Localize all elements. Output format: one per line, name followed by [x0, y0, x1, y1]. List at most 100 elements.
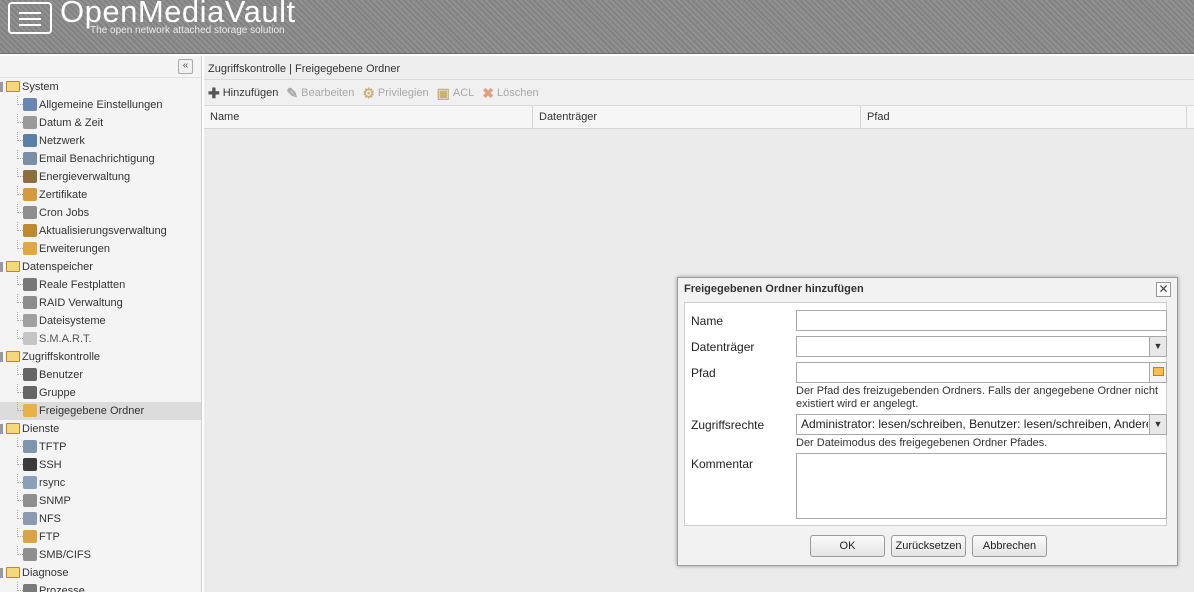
column-header-name[interactable]: Name — [204, 106, 533, 128]
sidebar-item-tftp[interactable]: TFTP — [0, 438, 201, 456]
dialog-footer: OK Zurücksetzen Abbrechen — [678, 535, 1177, 559]
volume-label: Datenträger — [691, 340, 755, 354]
cancel-button[interactable]: Abbrechen — [972, 535, 1047, 557]
path-field[interactable] — [796, 362, 1167, 383]
comment-label: Kommentar — [691, 457, 754, 471]
sidebar-item-rsync[interactable]: rsync — [0, 474, 201, 492]
sidebar-toolbar: « — [0, 56, 201, 78]
grid-header: Name Datenträger Pfad — [204, 106, 1194, 129]
toolbar-delete-button[interactable]: ✖ Löschen — [482, 86, 538, 100]
toolbar-plus-button[interactable]: ✚ Hinzufügen — [208, 86, 278, 100]
edit-icon: ✎ — [286, 84, 299, 101]
sidebar-item-ftp[interactable]: FTP — [0, 528, 201, 546]
terminal-icon — [23, 457, 37, 471]
sidebar-group-dienste[interactable]: Dienste — [0, 420, 201, 438]
expand-icon[interactable] — [0, 82, 3, 92]
sidebar-item-s-m-a-r-t[interactable]: S.M.A.R.T. — [0, 330, 201, 348]
smart-icon — [23, 331, 37, 345]
sidebar-item-label: Dateisysteme — [39, 315, 106, 328]
user-icon — [23, 367, 37, 381]
expand-icon[interactable] — [0, 352, 3, 362]
column-header-volume[interactable]: Datenträger — [533, 106, 861, 128]
volume-select[interactable]: ▼ — [796, 336, 1167, 357]
column-header-path[interactable]: Pfad — [861, 106, 1187, 128]
shared-folder-icon — [23, 403, 37, 417]
sidebar-item-snmp[interactable]: SNMP — [0, 492, 201, 510]
sidebar-item-label: NFS — [39, 513, 61, 526]
nfs-icon — [23, 511, 37, 525]
sidebar-item-energieverwaltung[interactable]: Energieverwaltung — [0, 168, 201, 186]
toolbar-edit-button[interactable]: ✎ Bearbeiten — [286, 86, 354, 100]
sidebar-item-allgemeine-einstellungen[interactable]: Allgemeine Einstellungen — [0, 96, 201, 114]
sidebar-item-raid-verwaltung[interactable]: RAID Verwaltung — [0, 294, 201, 312]
sidebar-item-label: TFTP — [39, 441, 67, 454]
sidebar-group-diagnose[interactable]: Diagnose — [0, 564, 201, 582]
sidebar-item-smb-cifs[interactable]: SMB/CIFS — [0, 546, 201, 564]
sidebar-group-system[interactable]: System — [0, 78, 201, 96]
folder-icon — [6, 350, 20, 362]
sidebar-item-label: Erweiterungen — [39, 243, 110, 256]
close-icon[interactable]: ✕ — [1156, 282, 1171, 297]
app-header: OpenMediaVault The open network attached… — [0, 0, 1194, 54]
filesystem-icon — [23, 313, 37, 327]
clock-icon — [23, 115, 37, 129]
expand-icon[interactable] — [0, 568, 3, 578]
sidebar-item-cron-jobs[interactable]: Cron Jobs — [0, 204, 201, 222]
sidebar-item-nfs[interactable]: NFS — [0, 510, 201, 528]
update-icon — [23, 223, 37, 237]
sidebar-item-ssh[interactable]: SSH — [0, 456, 201, 474]
puzzle-icon — [23, 241, 37, 255]
sidebar-item-email-benachrichtigung[interactable]: Email Benachrichtigung — [0, 150, 201, 168]
sidebar-item-gruppe[interactable]: Gruppe — [0, 384, 201, 402]
sidebar-item-label: Email Benachrichtigung — [39, 153, 155, 166]
sidebar-item-label: SNMP — [39, 495, 71, 508]
sidebar-item-label: rsync — [39, 477, 66, 490]
folder-browse-icon[interactable] — [1149, 362, 1167, 383]
plus-icon: ✚ — [208, 84, 220, 101]
sidebar-item-erweiterungen[interactable]: Erweiterungen — [0, 240, 201, 258]
toolbar-privileges-button[interactable]: ⚙ Privilegien — [362, 86, 428, 100]
chevron-down-icon[interactable]: ▼ — [1149, 414, 1167, 435]
sidebar-group-zugriffskontrolle[interactable]: Zugriffskontrolle — [0, 348, 201, 366]
sidebar-item-datum-zeit[interactable]: Datum & Zeit — [0, 114, 201, 132]
sidebar-item-label: Benutzer — [39, 369, 84, 382]
chevron-down-icon[interactable]: ▼ — [1149, 336, 1167, 357]
sidebar-item-freigegebene-ordner[interactable]: Freigegebene Ordner — [0, 402, 201, 420]
folder-icon — [6, 566, 20, 578]
expand-icon[interactable] — [0, 262, 3, 272]
add-shared-folder-dialog: Freigegebenen Ordner hinzufügen ✕ Name D… — [677, 277, 1178, 566]
hamburger-icon — [19, 12, 41, 14]
sidebar-item-label: Zertifikate — [39, 189, 88, 202]
sidebar-item-label: Datum & Zeit — [39, 117, 104, 130]
ok-button[interactable]: OK — [810, 535, 885, 557]
sidebar-group-label: System — [22, 81, 59, 94]
comment-textarea[interactable] — [796, 453, 1167, 519]
permissions-select[interactable]: Administrator: lesen/schreiben, Benutzer… — [796, 414, 1167, 435]
menu-button[interactable] — [8, 2, 52, 34]
sidebar-item-aktualisierungsverwaltung[interactable]: Aktualisierungsverwaltung — [0, 222, 201, 240]
sidebar-item-label: Freigegebene Ordner — [39, 405, 145, 418]
folder-icon — [6, 260, 20, 272]
sidebar-item-label: RAID Verwaltung — [39, 297, 123, 310]
app-logo-subtitle: The open network attached storage soluti… — [90, 25, 285, 36]
sidebar-item-zertifikate[interactable]: Zertifikate — [0, 186, 201, 204]
sidebar-item-label: SMB/CIFS — [39, 549, 91, 562]
name-field[interactable] — [796, 310, 1167, 331]
toolbar-acl-button[interactable]: ▣ ACL — [437, 86, 475, 100]
double-chevron-left-icon[interactable]: « — [178, 59, 193, 74]
sidebar-item-benutzer[interactable]: Benutzer — [0, 366, 201, 384]
toolbar-button-label: Löschen — [497, 86, 539, 99]
reset-button[interactable]: Zurücksetzen — [891, 535, 966, 557]
sidebar-group-datenspeicher[interactable]: Datenspeicher — [0, 258, 201, 276]
path-label: Pfad — [691, 366, 716, 380]
raid-icon — [23, 295, 37, 309]
sidebar-item-dateisysteme[interactable]: Dateisysteme — [0, 312, 201, 330]
sidebar-item-label: Reale Festplatten — [39, 279, 126, 292]
cron-icon — [23, 205, 37, 219]
snmp-icon — [23, 493, 37, 507]
expand-icon[interactable] — [0, 424, 3, 434]
sidebar-item-prozesse[interactable]: Prozesse — [0, 582, 201, 592]
sidebar-item-reale-festplatten[interactable]: Reale Festplatten — [0, 276, 201, 294]
sidebar-item-netzwerk[interactable]: Netzwerk — [0, 132, 201, 150]
tftp-icon — [23, 439, 37, 453]
